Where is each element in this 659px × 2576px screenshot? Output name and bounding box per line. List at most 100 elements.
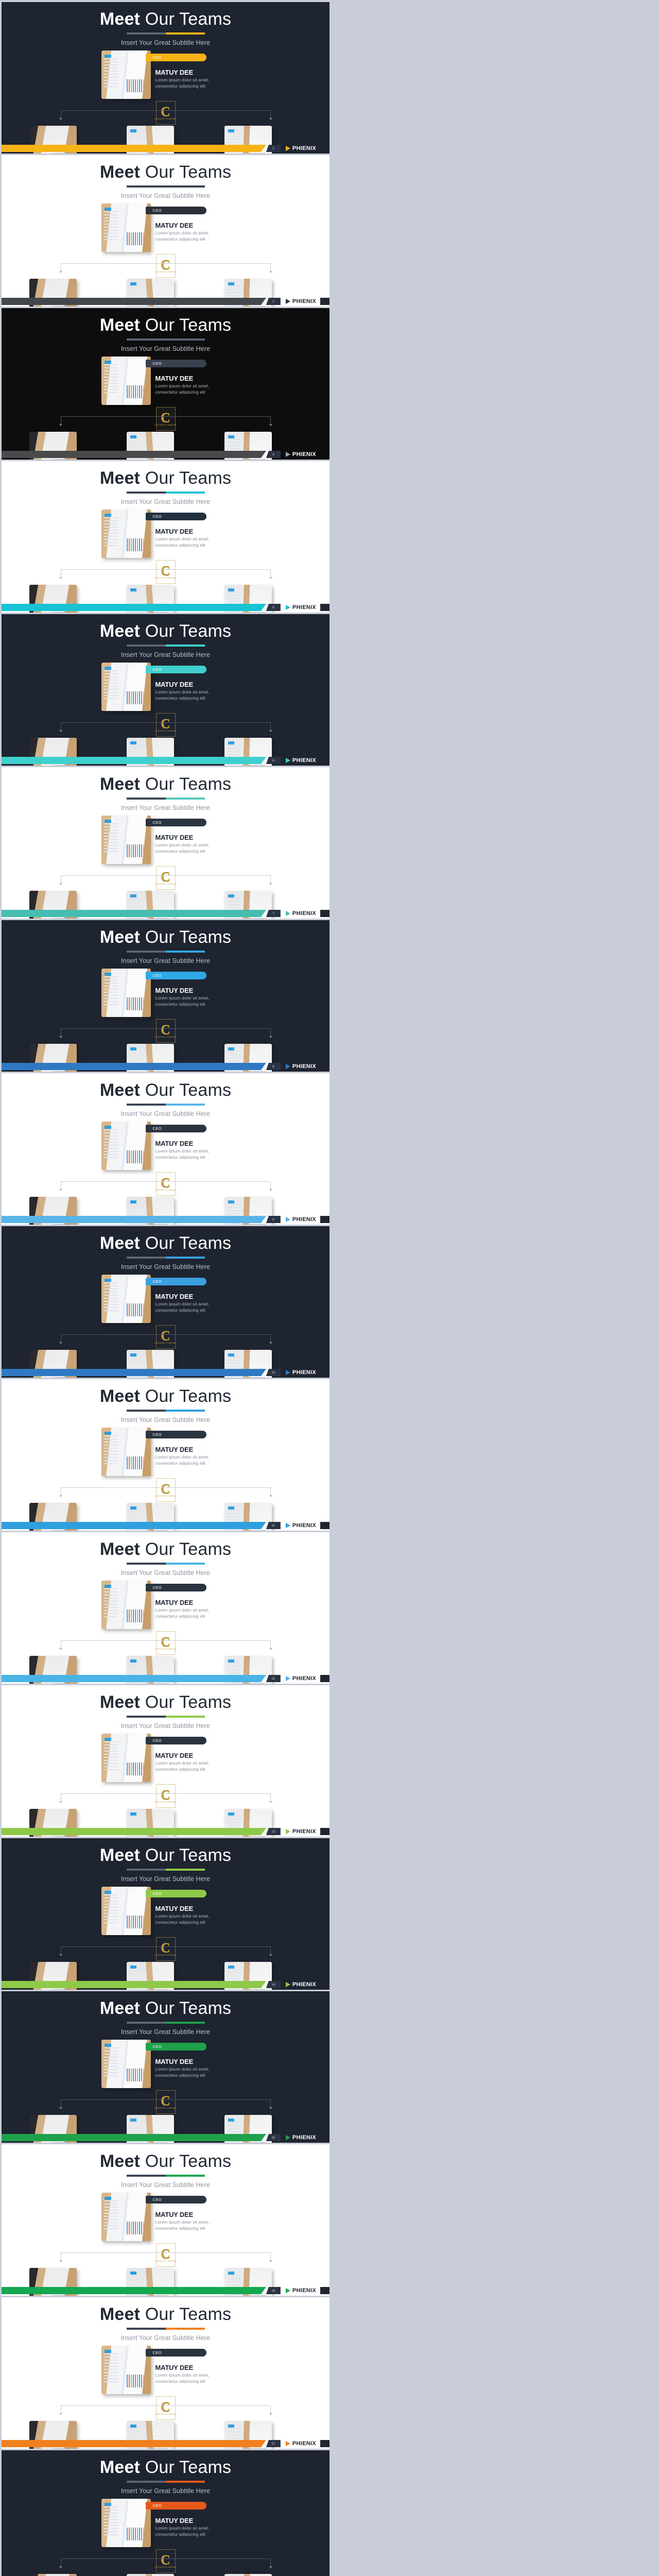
org-node-ceo[interactable]: CEO MATUY DEE Lorem ipsum dolor sit amet… bbox=[101, 1427, 230, 1478]
ceo-role-badge: CEO bbox=[145, 2196, 206, 2204]
brand-logo[interactable]: PHIENIX bbox=[281, 1981, 320, 1988]
org-node-ceo[interactable]: CEO MATUY DEE Lorem ipsum dolor sit amet… bbox=[101, 355, 230, 407]
org-node-ceo[interactable]: CEO MATUY DEE Lorem ipsum dolor sit amet… bbox=[101, 49, 230, 101]
brand-logo[interactable]: PHIENIX bbox=[281, 451, 320, 457]
title-rule bbox=[126, 1409, 205, 1412]
photo-barchart-icon bbox=[127, 385, 144, 398]
slide-title-strong: Meet bbox=[99, 2458, 141, 2477]
org-node-member-3[interactable]: Designer JIMMIY KIT Lorem ipsum dolor si… bbox=[224, 2574, 302, 2576]
triangle-logo-icon bbox=[285, 1982, 290, 1987]
slide-title: Meet Our Teams bbox=[2, 1540, 330, 1559]
photo-barchart-icon bbox=[127, 1303, 144, 1316]
brand-logo[interactable]: PHIENIX bbox=[281, 604, 320, 611]
presentation-slide[interactable]: Meet Our Teams Insert Your Great Subtitl… bbox=[2, 1685, 330, 1837]
ceo-name: MATUY DEE bbox=[155, 681, 194, 688]
org-node-ceo[interactable]: CEO MATUY DEE Lorem ipsum dolor sit amet… bbox=[101, 2498, 230, 2549]
connector-drop-right bbox=[270, 1028, 271, 1037]
slide-title: Meet Our Teams bbox=[2, 316, 330, 335]
presentation-slide[interactable]: Meet Our Teams Insert Your Great Subtitl… bbox=[2, 1073, 330, 1225]
arrow-down-icon bbox=[269, 2107, 272, 2109]
footer-endcap bbox=[320, 1828, 330, 1835]
brand-logo[interactable]: PHIENIX bbox=[281, 1522, 320, 1529]
brand-logo[interactable]: PHIENIX bbox=[281, 298, 320, 304]
org-node-ceo[interactable]: CEO MATUY DEE Lorem ipsum dolor sit amet… bbox=[101, 1274, 230, 1325]
photo-tag-icon bbox=[105, 360, 111, 364]
org-node-ceo[interactable]: CEO MATUY DEE Lorem ipsum dolor sit amet… bbox=[101, 509, 230, 560]
photo-lines-icon bbox=[104, 1435, 118, 1465]
brand-logo[interactable]: PHIENIX bbox=[281, 2441, 320, 2447]
presentation-slide[interactable]: Meet Our Teams Insert Your Great Subtitl… bbox=[2, 1226, 330, 1378]
presentation-slide[interactable]: Meet Our Teams Insert Your Great Subtitl… bbox=[2, 1991, 330, 2143]
brand-logo[interactable]: PHIENIX bbox=[281, 1369, 320, 1376]
org-node-ceo[interactable]: CEO MATUY DEE Lorem ipsum dolor sit amet… bbox=[101, 968, 230, 1019]
ceo-info: MATUY DEE Lorem ipsum dolor sit amet, co… bbox=[155, 375, 233, 395]
presentation-slide[interactable]: Meet Our Teams Insert Your Great Subtitl… bbox=[2, 767, 330, 919]
slide-title: Meet Our Teams bbox=[2, 775, 330, 794]
org-node-ceo[interactable]: CEO MATUY DEE Lorem ipsum dolor sit amet… bbox=[101, 2039, 230, 2090]
brand-logo[interactable]: PHIENIX bbox=[281, 145, 320, 151]
org-members-row: GM ADEE KULI Lorem ipsum dolor sit amet,… bbox=[2, 2574, 330, 2576]
ceo-name: MATUY DEE bbox=[155, 375, 194, 382]
presentation-slide[interactable]: Meet Our Teams Insert Your Great Subtitl… bbox=[2, 2144, 330, 2296]
title-rule-accent bbox=[165, 1409, 205, 1412]
org-node-ceo[interactable]: CEO MATUY DEE Lorem ipsum dolor sit amet… bbox=[101, 2192, 230, 2243]
brand-logo[interactable]: PHIENIX bbox=[281, 1063, 320, 1070]
triangle-logo-icon bbox=[285, 2441, 290, 2446]
org-node-ceo[interactable]: CEO MATUY DEE Lorem ipsum dolor sit amet… bbox=[101, 662, 230, 713]
footer-color-bar bbox=[2, 2287, 266, 2294]
photo-tag-icon bbox=[105, 1278, 111, 1282]
photo-barchart-icon bbox=[127, 997, 144, 1010]
photo-tag-icon bbox=[105, 207, 111, 211]
slide-title-rest: Our Teams bbox=[140, 1386, 232, 1406]
ceo-photo bbox=[101, 969, 151, 1017]
org-node-ceo[interactable]: CEO MATUY DEE Lorem ipsum dolor sit amet… bbox=[101, 202, 230, 254]
photo-tag-icon bbox=[105, 2502, 111, 2506]
slide-footer: 12 PHIENIX bbox=[2, 1673, 330, 1684]
org-node-ceo[interactable]: CEO MATUY DEE Lorem ipsum dolor sit amet… bbox=[101, 1121, 230, 1172]
slide-subtitle: Insert Your Great Subtitle Here bbox=[120, 957, 211, 964]
org-node-ceo[interactable]: CEO MATUY DEE Lorem ipsum dolor sit amet… bbox=[101, 2345, 230, 2396]
connector-drop-right bbox=[270, 2405, 271, 2414]
org-chart: CEO MATUY DEE Lorem ipsum dolor sit amet… bbox=[2, 49, 330, 154]
slide-page-number: 12 bbox=[266, 1675, 281, 1682]
presentation-slide[interactable]: Meet Our Teams Insert Your Great Subtitl… bbox=[2, 461, 330, 613]
presentation-slide[interactable]: Meet Our Teams Insert Your Great Subtitl… bbox=[2, 2450, 330, 2576]
org-node-ceo[interactable]: CEO MATUY DEE Lorem ipsum dolor sit amet… bbox=[101, 1886, 230, 1937]
presentation-slide[interactable]: Meet Our Teams Insert Your Great Subtitl… bbox=[2, 308, 330, 460]
org-node-ceo[interactable]: CEO MATUY DEE Lorem ipsum dolor sit amet… bbox=[101, 815, 230, 866]
org-node-ceo[interactable]: CEO MATUY DEE Lorem ipsum dolor sit amet… bbox=[101, 1733, 230, 1784]
slide-subtitle: Insert Your Great Subtitle Here bbox=[120, 1110, 211, 1117]
connector-horizontal bbox=[60, 416, 271, 417]
brand-logo[interactable]: PHIENIX bbox=[281, 2134, 320, 2141]
slide-title: Meet Our Teams bbox=[2, 928, 330, 947]
org-node-ceo[interactable]: CEO MATUY DEE Lorem ipsum dolor sit amet… bbox=[101, 1580, 230, 1631]
slide-title-rest: Our Teams bbox=[140, 1998, 232, 2018]
footer-color-bar bbox=[2, 1828, 266, 1835]
brand-logo[interactable]: PHIENIX bbox=[281, 1216, 320, 1223]
presentation-slide[interactable]: Meet Our Teams Insert Your Great Subtitl… bbox=[2, 155, 330, 307]
ceo-name: MATUY DEE bbox=[155, 1752, 194, 1759]
org-node-member-2[interactable]: Designer MONICA GLI Lorem ipsum dolor si… bbox=[127, 2574, 204, 2576]
presentation-slide[interactable]: Meet Our Teams Insert Your Great Subtitl… bbox=[2, 614, 330, 766]
presentation-slide[interactable]: Meet Our Teams Insert Your Great Subtitl… bbox=[2, 1838, 330, 1990]
title-rule bbox=[126, 644, 205, 647]
title-rule-accent bbox=[165, 1715, 205, 1718]
presentation-slide[interactable]: Meet Our Teams Insert Your Great Subtitl… bbox=[2, 920, 330, 1072]
presentation-slide[interactable]: Meet Our Teams Insert Your Great Subtitl… bbox=[2, 2297, 330, 2449]
title-rule bbox=[126, 2327, 205, 2330]
presentation-slide[interactable]: Meet Our Teams Insert Your Great Subtitl… bbox=[2, 2, 330, 154]
arrow-down-icon bbox=[59, 1495, 63, 1497]
org-node-member-1[interactable]: GM ADEE KULI Lorem ipsum dolor sit amet,… bbox=[29, 2574, 107, 2576]
brand-logo[interactable]: PHIENIX bbox=[281, 910, 320, 917]
brand-logo[interactable]: PHIENIX bbox=[281, 1675, 320, 1682]
brand-logo[interactable]: PHIENIX bbox=[281, 2287, 320, 2294]
slide-page-number: 10 bbox=[266, 1369, 281, 1376]
brand-logo[interactable]: PHIENIX bbox=[281, 1828, 320, 1835]
slide-page-number: 11 bbox=[266, 1522, 281, 1529]
presentation-slide[interactable]: Meet Our Teams Insert Your Great Subtitl… bbox=[2, 1379, 330, 1531]
triangle-logo-icon bbox=[285, 1064, 290, 1069]
photo-barchart-icon bbox=[127, 691, 144, 704]
presentation-slide[interactable]: Meet Our Teams Insert Your Great Subtitl… bbox=[2, 1532, 330, 1684]
ceo-description: Lorem ipsum dolor sit amet, consectetur … bbox=[155, 230, 210, 242]
brand-logo[interactable]: PHIENIX bbox=[281, 757, 320, 764]
